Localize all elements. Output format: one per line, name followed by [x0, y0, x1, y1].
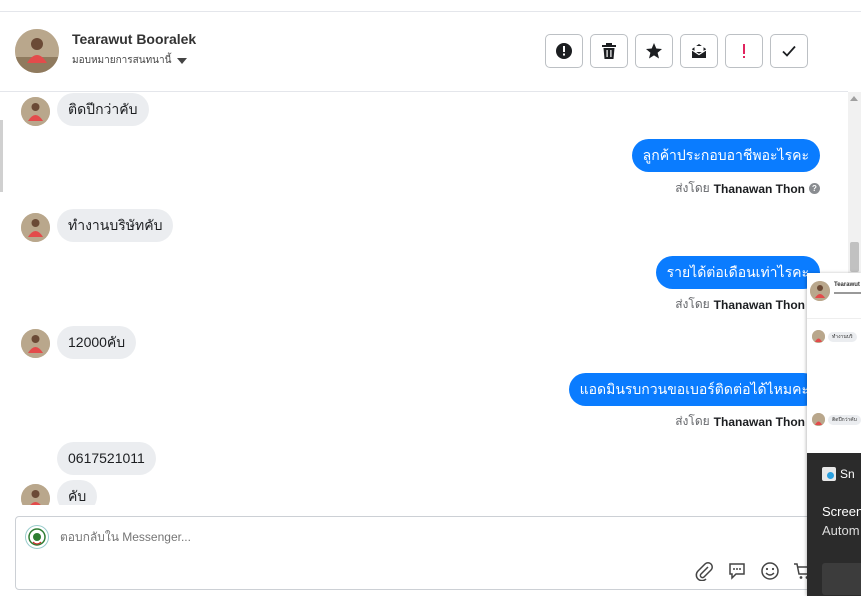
outgoing-message-bubble[interactable]: แอดมินรบกวนขอเบอร์ติดต่อได้ไหมคะ: [568, 373, 820, 406]
overlay-row-avatar: [812, 413, 825, 426]
overlay-row-avatar: [812, 330, 825, 343]
message-thread[interactable]: ติดปีกว่าคับ ลูกค้าประกอบอาชีพอะไรคะ ส่ง…: [0, 92, 848, 505]
alert-circle-icon: [556, 43, 572, 59]
star-icon: [646, 43, 662, 59]
scrollbar-thumb[interactable]: [850, 242, 859, 272]
contact-name[interactable]: Tearawut Booralek: [72, 31, 196, 47]
sender-avatar: [21, 213, 50, 242]
conversation-actions: [545, 34, 808, 68]
sent-by-label: ส่งโดย Thanawan Thon ?: [675, 412, 820, 431]
composer-tools: [694, 561, 813, 581]
sender-name: Thanawan Thon: [713, 414, 805, 429]
page-logo-icon: [28, 528, 46, 546]
outgoing-message-bubble[interactable]: รายได้ต่อเดือนเท่าไรคะ: [655, 256, 820, 289]
spam-button[interactable]: [545, 34, 583, 68]
incoming-message-bubble[interactable]: คับ: [57, 480, 98, 505]
saved-replies-icon[interactable]: [727, 561, 747, 581]
overlay-message-row: ติดปีกว่าคับ: [812, 413, 861, 426]
conversation-header: Tearawut Booralek มอบหมายการสนทนานี้: [0, 12, 848, 92]
overlay-bubble: ทำงานบริ: [828, 331, 857, 342]
overlay-bubble: ติดปีกว่าคับ: [828, 414, 861, 425]
toast-action-button[interactable]: [822, 563, 861, 595]
sender-avatar: [21, 329, 50, 358]
overlay-message-row: ทำงานบริ: [812, 330, 857, 343]
page-logo: [25, 525, 49, 549]
overlay-contact-name: Tearawut: [834, 282, 860, 288]
toast-body: Autom: [822, 523, 860, 538]
outgoing-message-bubble[interactable]: ลูกค้าประกอบอาชีพอะไรคะ: [631, 139, 820, 172]
left-edge-scroll-indicator: [0, 120, 3, 192]
exclamation-icon: [743, 44, 745, 58]
help-icon[interactable]: ?: [809, 183, 820, 194]
sender-name: Thanawan Thon: [713, 181, 805, 196]
sender-avatar: [21, 484, 50, 505]
trash-icon: [602, 43, 616, 59]
emoji-icon[interactable]: [760, 561, 780, 581]
star-button[interactable]: [635, 34, 673, 68]
reply-input[interactable]: [60, 530, 660, 544]
contact-avatar[interactable]: [15, 29, 59, 73]
toast-title: Screen: [822, 504, 861, 519]
overlay-subtitle-line: [834, 292, 861, 294]
overlay-preview-panel: Tearawut ทำงานบริ ติดปีกว่าคับ Sn Screen…: [807, 273, 861, 596]
scroll-up-arrow-icon[interactable]: [850, 96, 858, 101]
done-button[interactable]: [770, 34, 808, 68]
sender-name: Thanawan Thon: [713, 297, 805, 312]
follow-up-button[interactable]: [725, 34, 763, 68]
attachment-icon[interactable]: [694, 561, 714, 581]
sender-avatar: [21, 97, 50, 126]
envelope-icon: [691, 44, 707, 58]
incoming-message-bubble[interactable]: 12000คับ: [57, 326, 137, 359]
reply-composer: [15, 516, 848, 590]
snip-notification-toast[interactable]: Sn Screen Autom: [807, 453, 861, 596]
incoming-message-bubble[interactable]: 0617521011: [57, 442, 156, 475]
toast-app-name: Sn: [840, 467, 855, 481]
messenger-inbox-window: Tearawut Booralek มอบหมายการสนทนานี้ ติด…: [0, 0, 861, 596]
caret-down-icon: [177, 57, 188, 64]
assign-conversation-dropdown[interactable]: มอบหมายการสนทนานี้: [72, 53, 188, 68]
delete-button[interactable]: [590, 34, 628, 68]
sent-by-label: ส่งโดย Thanawan Thon ?: [675, 179, 820, 198]
overlay-header: Tearawut: [807, 273, 861, 319]
overlay-avatar: [810, 281, 830, 301]
assign-label: มอบหมายการสนทนานี้: [72, 55, 172, 66]
incoming-message-bubble[interactable]: ติดปีกว่าคับ: [57, 93, 149, 126]
toast-app-row: Sn: [822, 467, 855, 481]
incoming-message-bubble[interactable]: ทำงานบริษัทคับ: [57, 209, 174, 242]
check-icon: [782, 45, 796, 57]
sent-by-label: ส่งโดย Thanawan Thon ?: [675, 295, 820, 314]
mark-unread-button[interactable]: [680, 34, 718, 68]
snipping-tool-icon: [822, 467, 836, 481]
